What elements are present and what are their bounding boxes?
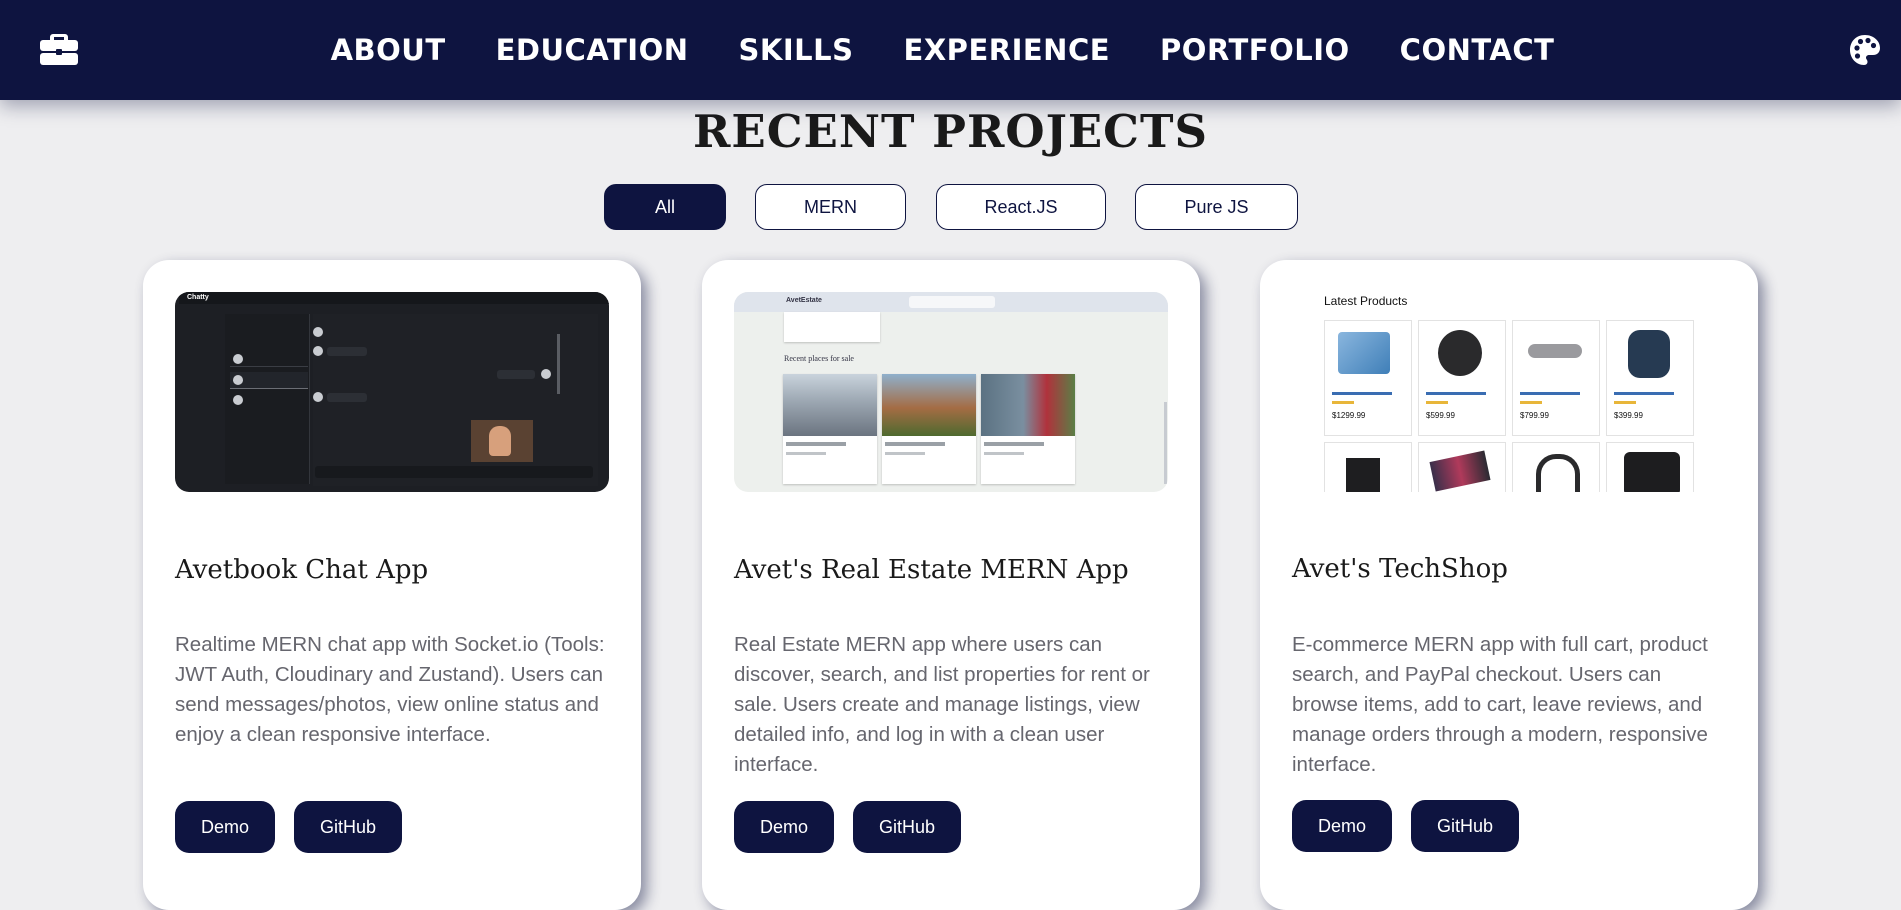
project-thumbnail-techshop[interactable]: Latest Products $1299.99 $599.99 $799.99… — [1292, 292, 1726, 492]
demo-button[interactable]: Demo — [175, 801, 275, 853]
nav-link-portfolio[interactable]: PORTFOLIO — [1160, 33, 1350, 67]
nav-link-education[interactable]: EDUCATION — [496, 33, 689, 67]
project-thumbnail-real-estate[interactable]: AvetEstate Recent places for sale — [734, 292, 1168, 492]
project-thumbnail-chat[interactable]: Chatty — [175, 292, 609, 492]
thumb-price: $599.99 — [1426, 411, 1455, 420]
thumb-heading: Recent places for sale — [784, 354, 854, 363]
thumb-price: $399.99 — [1614, 411, 1643, 420]
project-card-chat: Chatty Avetbook Chat App Realtime MERN c… — [143, 260, 641, 910]
project-title: Avet's TechShop — [1292, 554, 1508, 584]
github-button[interactable]: GitHub — [294, 801, 402, 853]
project-filters: All MERN React.JS Pure JS — [0, 184, 1901, 230]
thumb-app-name: Chatty — [187, 294, 209, 301]
nav-link-skills[interactable]: SKILLS — [739, 33, 854, 67]
github-button[interactable]: GitHub — [1411, 800, 1519, 852]
section-title: RECENT PROJECTS — [693, 105, 1208, 158]
filter-all[interactable]: All — [604, 184, 726, 230]
project-description: Realtime MERN chat app with Socket.io (T… — [175, 633, 605, 746]
filter-mern[interactable]: MERN — [755, 184, 906, 230]
thumb-heading: Latest Products — [1324, 294, 1408, 308]
nav-links: ABOUT EDUCATION SKILLS EXPERIENCE PORTFO… — [0, 0, 1901, 100]
top-navbar: ABOUT EDUCATION SKILLS EXPERIENCE PORTFO… — [0, 0, 1901, 100]
project-card-techshop: Latest Products $1299.99 $599.99 $799.99… — [1260, 260, 1758, 910]
nav-link-experience[interactable]: EXPERIENCE — [904, 33, 1111, 67]
demo-button[interactable]: Demo — [1292, 800, 1392, 852]
project-title: Avetbook Chat App — [175, 555, 429, 585]
github-button[interactable]: GitHub — [853, 801, 961, 853]
nav-link-contact[interactable]: CONTACT — [1400, 33, 1555, 67]
thumb-brand: AvetEstate — [786, 297, 822, 304]
demo-button[interactable]: Demo — [734, 801, 834, 853]
nav-link-about[interactable]: ABOUT — [331, 33, 446, 67]
thumb-price: $799.99 — [1520, 411, 1549, 420]
filter-reactjs[interactable]: React.JS — [936, 184, 1106, 230]
filter-purejs[interactable]: Pure JS — [1135, 184, 1298, 230]
thumb-price: $1299.99 — [1332, 411, 1366, 420]
project-card-real-estate: AvetEstate Recent places for sale Avet's… — [702, 260, 1200, 910]
project-description: E-commerce MERN app with full cart, prod… — [1292, 633, 1708, 776]
project-title: Avet's Real Estate MERN App — [734, 555, 1129, 585]
palette-icon[interactable] — [1849, 34, 1881, 66]
project-description: Real Estate MERN app where users can dis… — [734, 633, 1150, 776]
